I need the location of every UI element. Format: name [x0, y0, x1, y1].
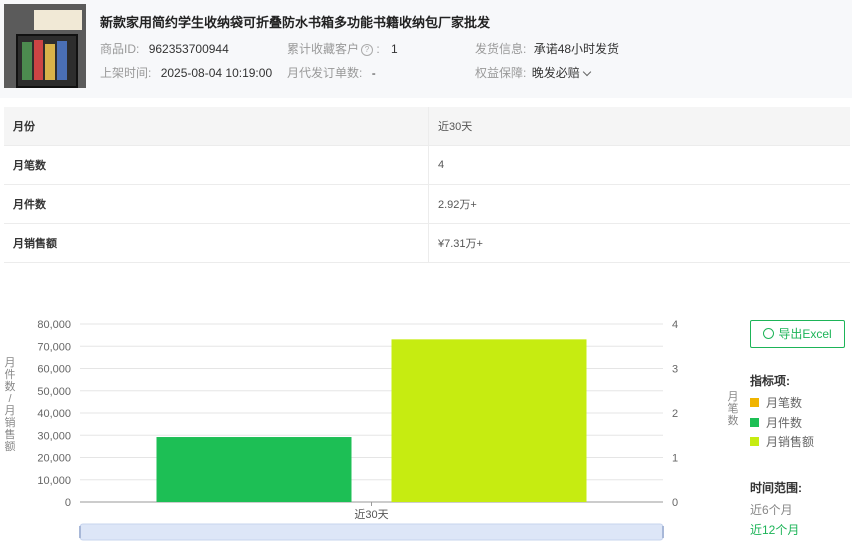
table-cell-label: 月笔数 [4, 145, 429, 185]
legend-item-sales[interactable]: 月销售额 [750, 433, 814, 450]
legend-swatch [750, 437, 759, 446]
range-title: 时间范围: [750, 481, 802, 495]
table-row: 月笔数 4 [4, 145, 850, 185]
guarantee-value[interactable]: 晚发必赔 [532, 66, 580, 80]
svg-text:件: 件 [5, 368, 16, 381]
listed-time: 上架时间: 2025-08-04 10:19:00 [100, 64, 272, 81]
ship-value: 承诺48小时发货 [533, 42, 620, 56]
product-thumbnail[interactable] [4, 4, 86, 88]
ship-info: 发货信息: 承诺48小时发货 [475, 40, 619, 57]
monthly-orders-value: - [371, 66, 376, 80]
svg-text:额: 额 [5, 440, 16, 453]
table-cell-value: 2.92万+ [428, 184, 850, 224]
chevron-down-icon[interactable] [582, 67, 591, 77]
y-tick-label-left: 40,000 [37, 408, 71, 420]
table-row: 月件数 2.92万+ [4, 184, 850, 224]
guarantee: 权益保障: 晚发必赔 [475, 64, 591, 81]
stats-table: 月份 近30天 月笔数 4 月件数 2.92万+ 月销售额 ¥7.31万+ [4, 107, 850, 263]
legend-label: 月件数 [766, 416, 803, 430]
y-tick-label-left: 60,000 [37, 364, 71, 376]
svg-text:销: 销 [5, 415, 16, 429]
svg-text:月: 月 [5, 405, 16, 417]
collect-label: 累计收藏客户 [287, 42, 360, 56]
listed-label: 上架时间: [100, 66, 152, 80]
monthly-orders: 月代发订单数: - [287, 64, 376, 81]
y-tick-label-left: 30,000 [37, 430, 71, 442]
collect-value: 1 [391, 42, 398, 56]
table-cell-value: ¥7.31万+ [428, 223, 850, 263]
zoom-slider-handle-right[interactable] [662, 526, 664, 538]
y-tick-label-left: 70,000 [37, 341, 71, 353]
product-id-label: 商品ID: [100, 42, 140, 56]
y-tick-label-right: 1 [672, 453, 678, 465]
range-option-12m[interactable]: 近12个月 [750, 521, 799, 538]
guarantee-label: 权益保障: [475, 66, 527, 80]
legend-label: 月销售额 [766, 435, 815, 449]
table-cell-label: 月件数 [4, 184, 429, 224]
bar [391, 339, 587, 502]
range-option-6m[interactable]: 近6个月 [750, 501, 793, 518]
legend-label: 月笔数 [766, 396, 803, 410]
y-axis-title-left: 月件数/月销售额 [5, 357, 16, 453]
table-row: 月销售额 ¥7.31万+ [4, 223, 850, 263]
svg-text:月: 月 [728, 391, 739, 403]
table-cell-label: 月销售额 [4, 223, 429, 263]
y-tick-label-left: 0 [65, 497, 71, 509]
legend-item-pieces[interactable]: 月件数 [750, 414, 802, 431]
legend-title: 指标项: [750, 374, 790, 388]
export-excel-button[interactable]: 导出Excel [750, 320, 845, 348]
svg-text:数: 数 [728, 414, 739, 427]
svg-text:数: 数 [5, 380, 16, 393]
listed-value: 2025-08-04 10:19:00 [160, 66, 273, 80]
svg-text:/: / [8, 393, 12, 405]
help-icon[interactable]: ? [361, 43, 374, 56]
table-cell-value: 4 [428, 145, 850, 185]
y-tick-label-right: 3 [672, 364, 678, 376]
table-header-cell: 近30天 [428, 107, 850, 146]
bar [156, 437, 352, 502]
export-label: 导出Excel [778, 327, 832, 341]
export-icon [763, 328, 775, 339]
product-header: 新款家用简约学生收纳袋可折叠防水书箱多功能书籍收纳包厂家批发 商品ID: 962… [0, 0, 852, 98]
x-tick-label: 近30天 [354, 508, 388, 521]
collect-count: 累计收藏客户? : 1 [287, 42, 398, 56]
legend-swatch [750, 398, 759, 407]
y-tick-label-left: 20,000 [37, 453, 71, 465]
ship-label: 发货信息: [475, 42, 527, 56]
y-tick-label-right: 2 [672, 408, 678, 420]
legend-item-orders[interactable]: 月笔数 [750, 394, 802, 411]
zoom-slider-track[interactable] [79, 523, 664, 541]
svg-text:售: 售 [5, 427, 16, 441]
y-tick-label-right: 0 [672, 497, 678, 509]
svg-text:月: 月 [5, 357, 16, 369]
product-title[interactable]: 新款家用简约学生收纳袋可折叠防水书箱多功能书籍收纳包厂家批发 [100, 12, 490, 31]
y-tick-label-left: 10,000 [37, 475, 71, 487]
product-id-value: 962353700944 [148, 42, 229, 56]
legend-swatch [750, 418, 759, 427]
table-header-row: 月份 近30天 [4, 107, 850, 146]
y-axis-title-right: 月笔数 [728, 391, 739, 427]
svg-text:笔: 笔 [728, 401, 739, 415]
sales-chart: 80,000 70,000 60,000 50,000 40,000 30,000 20,0… [5, 319, 739, 541]
table-header-cell: 月份 [4, 107, 429, 146]
y-tick-label-left: 50,000 [37, 386, 71, 398]
y-tick-label-left: 80,000 [37, 319, 71, 331]
y-tick-label-right: 4 [672, 319, 678, 331]
zoom-slider-handle-left[interactable] [79, 526, 81, 538]
monthly-orders-label: 月代发订单数: [287, 66, 363, 80]
product-id: 商品ID: 962353700944 [100, 40, 229, 57]
